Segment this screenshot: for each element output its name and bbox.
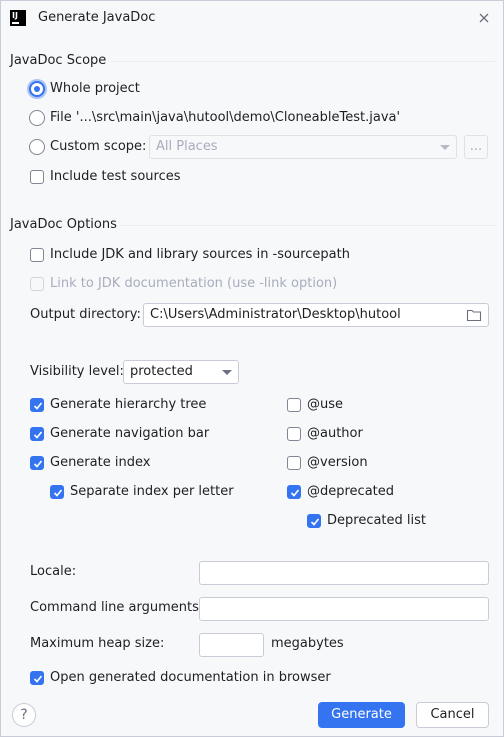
version-checkbox[interactable] (287, 456, 301, 470)
intellij-app-icon: IJ (10, 10, 26, 26)
title-bar: IJ Generate JavaDoc (1, 1, 503, 37)
link-jdk-label: Link to JDK documentation (use -link opt… (50, 276, 338, 291)
separate-index-checkbox[interactable] (50, 485, 64, 499)
heap-label: Maximum heap size: (30, 636, 165, 651)
include-test-checkbox[interactable] (30, 170, 44, 184)
whole-project-radio[interactable] (29, 81, 45, 97)
index-checkbox[interactable] (30, 456, 44, 470)
hierarchy-checkbox[interactable] (30, 398, 44, 412)
output-dir-value: C:\Users\Administrator\Desktop\hutool (150, 307, 401, 322)
custom-scope-radio[interactable] (29, 139, 45, 155)
visibility-value: protected (130, 364, 193, 379)
author-label[interactable]: @author (307, 426, 363, 441)
hierarchy-label[interactable]: Generate hierarchy tree (50, 397, 206, 412)
folder-icon[interactable] (466, 308, 482, 326)
deprecated-checkbox[interactable] (287, 485, 301, 499)
generate-javadoc-dialog: IJ Generate JavaDoc JavaDoc Scope Whole … (0, 0, 504, 737)
custom-scope-label[interactable]: Custom scope: (50, 139, 146, 154)
heap-unit: megabytes (271, 636, 344, 651)
output-dir-input[interactable]: C:\Users\Administrator\Desktop\hutool (143, 303, 489, 327)
output-dir-label: Output directory: (30, 307, 141, 322)
custom-scope-select[interactable]: All Places (149, 135, 457, 159)
cmdline-input[interactable] (199, 597, 489, 621)
deprecated-list-label[interactable]: Deprecated list (327, 513, 426, 528)
close-icon[interactable] (475, 9, 493, 27)
heap-input[interactable] (199, 633, 264, 657)
version-label[interactable]: @version (307, 455, 368, 470)
whole-project-text: Whole project (50, 81, 140, 96)
file-radio[interactable] (29, 110, 45, 126)
custom-scope-value: All Places (156, 139, 218, 154)
visibility-label: Visibility level: (30, 364, 124, 379)
dialog-title: Generate JavaDoc (38, 10, 156, 25)
include-test-label[interactable]: Include test sources (50, 169, 181, 184)
options-separator (121, 225, 495, 226)
chevron-down-icon (222, 370, 232, 375)
use-checkbox[interactable] (287, 398, 301, 412)
locale-label: Locale: (30, 564, 77, 579)
browse-scope-button[interactable]: ... (464, 135, 488, 159)
author-checkbox[interactable] (287, 427, 301, 441)
help-button[interactable]: ? (12, 703, 36, 727)
app-icon-text: IJ (12, 11, 18, 20)
scope-separator (111, 61, 495, 62)
whole-project-label[interactable]: Whole project (50, 81, 140, 96)
use-label[interactable]: @use (307, 397, 343, 412)
deprecated-label[interactable]: @deprecated (307, 484, 394, 499)
cmdline-label: Command line arguments: (30, 600, 204, 615)
chevron-down-icon (440, 145, 450, 150)
separate-index-label[interactable]: Separate index per letter (70, 484, 234, 499)
cancel-button[interactable]: Cancel (416, 702, 489, 728)
locale-input[interactable] (199, 561, 489, 585)
generate-button[interactable]: Generate (318, 702, 405, 728)
scope-section-title: JavaDoc Scope (10, 53, 107, 68)
file-label[interactable]: File '...\src\main\java\hutool\demo\Clon… (50, 110, 400, 125)
open-browser-checkbox[interactable] (30, 671, 44, 685)
options-section-title: JavaDoc Options (10, 217, 117, 232)
navbar-label[interactable]: Generate navigation bar (50, 426, 209, 441)
deprecated-list-checkbox[interactable] (307, 514, 321, 528)
navbar-checkbox[interactable] (30, 427, 44, 441)
open-browser-label[interactable]: Open generated documentation in browser (50, 670, 331, 685)
include-jdk-checkbox[interactable] (30, 248, 44, 262)
link-jdk-checkbox (30, 277, 44, 291)
index-label[interactable]: Generate index (50, 455, 150, 470)
include-jdk-label[interactable]: Include JDK and library sources in -sour… (50, 247, 350, 262)
